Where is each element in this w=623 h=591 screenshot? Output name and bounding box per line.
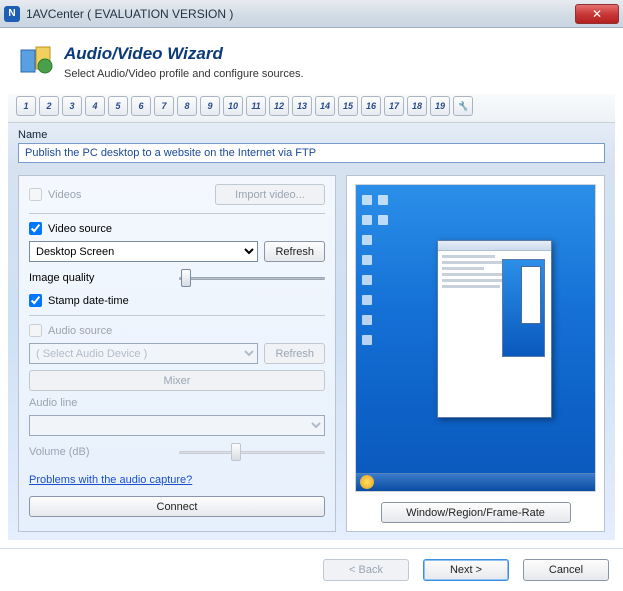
wizard-step-19[interactable]: 19 — [430, 96, 450, 116]
app-icon: N — [4, 6, 20, 22]
wizard-step-11[interactable]: 11 — [246, 96, 266, 116]
audio-source-select: ( Select Audio Device ) — [29, 343, 258, 364]
stamp-checkbox[interactable] — [29, 294, 42, 307]
window-title: 1AVCenter ( EVALUATION VERSION ) — [26, 7, 575, 21]
titlebar: N 1AVCenter ( EVALUATION VERSION ) ✕ — [0, 0, 623, 28]
stamp-label: Stamp date-time — [48, 295, 129, 307]
wizard-step-bar: 1 2 3 4 5 6 7 8 9 10 11 12 13 14 15 16 1… — [8, 94, 615, 123]
audio-line-label: Audio line — [29, 397, 77, 409]
audio-refresh-button: Refresh — [264, 343, 325, 364]
volume-slider — [179, 442, 325, 462]
connect-button[interactable]: Connect — [29, 496, 325, 517]
source-panel: Videos Import video... Video source Desk… — [18, 175, 336, 532]
desktop-preview — [355, 184, 596, 492]
video-source-select[interactable]: Desktop Screen — [29, 241, 258, 262]
wizard-step-16[interactable]: 16 — [361, 96, 381, 116]
image-quality-slider[interactable] — [179, 268, 325, 288]
wizard-step-3[interactable]: 3 — [62, 96, 82, 116]
audio-source-checkbox — [29, 324, 42, 337]
video-source-label: Video source — [48, 223, 112, 235]
wrench-icon: 🔧 — [457, 101, 468, 112]
page-subtitle: Select Audio/Video profile and configure… — [64, 68, 304, 80]
wizard-header: Audio/Video Wizard Select Audio/Video pr… — [8, 36, 615, 94]
wizard-step-15[interactable]: 15 — [338, 96, 358, 116]
close-icon: ✕ — [592, 7, 602, 21]
video-refresh-button[interactable]: Refresh — [264, 241, 325, 262]
window-region-framerate-button[interactable]: Window/Region/Frame-Rate — [381, 502, 571, 523]
wizard-step-9[interactable]: 9 — [200, 96, 220, 116]
close-button[interactable]: ✕ — [575, 4, 619, 24]
wizard-step-13[interactable]: 13 — [292, 96, 312, 116]
image-quality-label: Image quality — [29, 272, 169, 284]
video-source-checkbox[interactable] — [29, 222, 42, 235]
wizard-step-2[interactable]: 2 — [39, 96, 59, 116]
videos-checkbox — [29, 188, 42, 201]
mixer-button: Mixer — [29, 370, 325, 391]
wizard-step-1[interactable]: 1 — [16, 96, 36, 116]
wizard-step-6[interactable]: 6 — [131, 96, 151, 116]
wizard-step-17[interactable]: 17 — [384, 96, 404, 116]
wizard-step-18[interactable]: 18 — [407, 96, 427, 116]
import-video-button: Import video... — [215, 184, 325, 205]
cancel-button[interactable]: Cancel — [523, 559, 609, 581]
wizard-step-7[interactable]: 7 — [154, 96, 174, 116]
audio-line-select — [29, 415, 325, 436]
name-section: Name — [8, 123, 615, 167]
audio-source-label: Audio source — [48, 325, 112, 337]
wizard-step-12[interactable]: 12 — [269, 96, 289, 116]
wizard-step-8[interactable]: 8 — [177, 96, 197, 116]
wizard-step-10[interactable]: 10 — [223, 96, 243, 116]
videos-label: Videos — [48, 189, 81, 201]
wizard-settings-button[interactable]: 🔧 — [453, 96, 473, 116]
preview-panel: Window/Region/Frame-Rate — [346, 175, 605, 532]
wizard-step-4[interactable]: 4 — [85, 96, 105, 116]
back-button: < Back — [323, 559, 409, 581]
next-button[interactable]: Next > — [423, 559, 509, 581]
name-input[interactable] — [18, 143, 605, 163]
wizard-step-5[interactable]: 5 — [108, 96, 128, 116]
page-title: Audio/Video Wizard — [64, 44, 304, 64]
wizard-step-14[interactable]: 14 — [315, 96, 335, 116]
preview-inner-window — [437, 240, 552, 417]
wizard-icon — [18, 44, 54, 80]
name-label: Name — [18, 129, 605, 141]
wizard-footer: < Back Next > Cancel — [0, 548, 623, 591]
audio-problems-link[interactable]: Problems with the audio capture? — [29, 474, 192, 486]
volume-label: Volume (dB) — [29, 446, 169, 458]
